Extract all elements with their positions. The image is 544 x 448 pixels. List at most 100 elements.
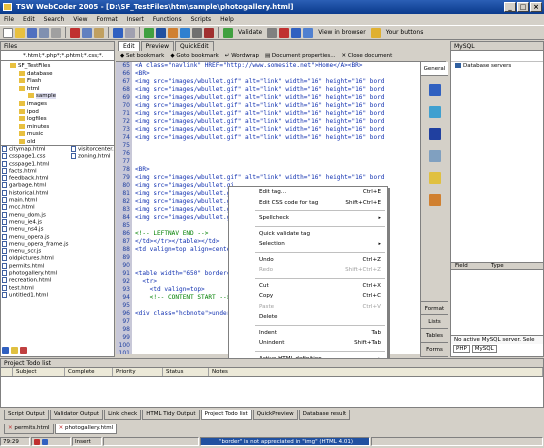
- context-menu-item[interactable]: Copy Ctrl+C: [229, 291, 387, 302]
- tab-preview[interactable]: Preview: [140, 41, 174, 51]
- undo-icon[interactable]: [113, 27, 123, 38]
- code-line[interactable]: <img src="images/wbullet.gif" alt="link"…: [135, 118, 446, 126]
- file-item[interactable]: menu_ns4.js: [1, 226, 70, 233]
- context-menu-item[interactable]: Redo Shift+Ctrl+Z: [229, 265, 387, 276]
- settings-icon[interactable]: [267, 27, 278, 38]
- doc-tab-photogallery[interactable]: ✕ photogallery.html: [54, 424, 118, 434]
- code-line[interactable]: <A class="navlink" HREF="http://www.some…: [135, 62, 446, 70]
- doc-tab-permits[interactable]: ✕ permits.html: [4, 424, 54, 434]
- minimize-button[interactable]: _: [504, 2, 516, 12]
- code-line[interactable]: <BR>: [135, 70, 446, 78]
- note-icon[interactable]: [428, 172, 441, 184]
- image-icon[interactable]: [428, 106, 441, 118]
- find-icon[interactable]: [144, 27, 154, 38]
- file-item[interactable]: menu_opera_frame.js: [1, 240, 70, 248]
- tree-folder[interactable]: html: [1, 85, 114, 94]
- close-document-button[interactable]: ✕ Close document: [341, 53, 392, 59]
- file-item[interactable]: visitorcenter.html: [70, 146, 114, 153]
- context-menu-item[interactable]: Edit tag... Ctrl+E: [229, 187, 387, 198]
- tab-script-output[interactable]: Script Output: [4, 410, 49, 420]
- tree-folder[interactable]: logfiles: [1, 116, 114, 124]
- menu-search[interactable]: Search: [44, 14, 65, 25]
- form-icon[interactable]: [428, 150, 441, 162]
- tab-html-tidy-output[interactable]: HTML Tidy Output: [142, 410, 200, 420]
- code-line[interactable]: [135, 150, 446, 158]
- wordwrap-button[interactable]: ↵ Wordwrap: [225, 53, 259, 59]
- file-item[interactable]: menu_scr.js: [1, 248, 70, 255]
- file-item[interactable]: test.html: [1, 284, 70, 292]
- tree-folder[interactable]: images: [1, 100, 114, 109]
- validate-button[interactable]: Validate: [235, 29, 265, 36]
- bookmark-icon[interactable]: [168, 27, 178, 38]
- tab-validator-output[interactable]: Validator Output: [49, 410, 104, 420]
- tree-folder[interactable]: music: [1, 131, 114, 139]
- file-item[interactable]: menu_ie4.js: [1, 218, 70, 226]
- save-all-icon[interactable]: [39, 27, 49, 38]
- file-item[interactable]: oldpictures.html: [1, 255, 70, 262]
- document-properties-button[interactable]: ▤ Document properties...: [265, 53, 336, 59]
- col-status[interactable]: Status: [163, 368, 209, 376]
- anchor-icon[interactable]: [428, 84, 441, 96]
- tab-edit[interactable]: Edit: [118, 41, 140, 51]
- file-item[interactable]: photogallery.html: [1, 270, 70, 277]
- tab-mysql[interactable]: MySQL: [471, 345, 497, 353]
- file-item[interactable]: citymap.html: [1, 146, 70, 153]
- tree-folder[interactable]: Flash: [1, 78, 114, 86]
- palette-tab-general[interactable]: General: [421, 62, 448, 76]
- col-notes[interactable]: Notes: [209, 368, 543, 376]
- menu-insert[interactable]: Insert: [127, 14, 144, 25]
- palette-tab-tables[interactable]: Tables: [421, 329, 448, 343]
- menu-file[interactable]: File: [4, 14, 14, 25]
- menu-scripts[interactable]: Scripts: [191, 14, 212, 25]
- file-item[interactable]: mcc.html: [1, 204, 70, 211]
- code-line[interactable]: <img src="images/wbullet.gif" alt="link"…: [135, 94, 446, 102]
- redo-icon[interactable]: [125, 27, 135, 38]
- new-file-icon[interactable]: [3, 27, 13, 38]
- ftp-tab-icon[interactable]: [20, 347, 27, 354]
- set-bookmark-button[interactable]: ◆ Set bookmark: [120, 53, 164, 59]
- tree-folder[interactable]: SF_TestFiles: [1, 63, 114, 71]
- your-buttons-button[interactable]: Your buttons: [383, 29, 427, 36]
- context-menu-item[interactable]: Delete: [229, 312, 387, 323]
- code-line[interactable]: <BR>: [135, 166, 446, 174]
- table-icon[interactable]: [428, 128, 441, 140]
- context-menu-item[interactable]: Unindent Shift+Tab: [229, 338, 387, 349]
- tree-folder[interactable]: minutes: [1, 123, 114, 132]
- code-line[interactable]: <img src="images/wbullet.gif" alt="link"…: [135, 126, 446, 134]
- context-menu-item[interactable]: Undo Ctrl+Z: [229, 255, 387, 266]
- code-line[interactable]: <img src="images/wbullet.gif" alt="link"…: [135, 110, 446, 118]
- code-line[interactable]: <img src="images/wbullet.gif" alt="link"…: [135, 134, 446, 142]
- code-line[interactable]: [135, 158, 446, 166]
- files-tab-icon[interactable]: [2, 347, 9, 354]
- file-item[interactable]: zoning.html: [70, 153, 114, 160]
- file-item[interactable]: recreation.html: [1, 277, 70, 284]
- file-filter-input[interactable]: *.html;*.php*;*.phtml;*.css;*.: [1, 51, 114, 61]
- cut-icon[interactable]: [70, 27, 80, 38]
- stop-icon[interactable]: [279, 27, 290, 38]
- file-item[interactable]: csspage1.css: [1, 153, 70, 160]
- file-item[interactable]: untitled1.html: [1, 291, 70, 299]
- tree-folder[interactable]: old: [1, 138, 114, 145]
- tab-project-todo-list[interactable]: Project Todo list: [200, 410, 252, 420]
- tree-folder[interactable]: ipod: [1, 108, 114, 117]
- field-column-header[interactable]: Field: [451, 263, 491, 269]
- close-button[interactable]: ×: [530, 2, 542, 12]
- context-menu-item[interactable]: Paste Ctrl+V: [229, 302, 387, 313]
- file-item[interactable]: csspage1.html: [1, 160, 70, 168]
- tab-quickedit[interactable]: QuickEdit: [174, 41, 214, 51]
- file-item[interactable]: main.html: [1, 197, 70, 204]
- paste-icon[interactable]: [94, 27, 104, 38]
- file-item[interactable]: feedback.html: [1, 175, 70, 182]
- tab-link-check[interactable]: Link check: [104, 410, 142, 420]
- code-line[interactable]: <img src="images/wbullet.gif" alt="link"…: [135, 78, 446, 86]
- view-in-browser-button[interactable]: View in browser: [315, 29, 369, 36]
- tree-folder[interactable]: database: [1, 70, 114, 79]
- context-menu-item[interactable]: Selection ▸: [229, 239, 387, 250]
- tag-icon[interactable]: [192, 27, 202, 38]
- maximize-button[interactable]: □: [517, 2, 529, 12]
- database-servers-node[interactable]: Database servers: [451, 62, 543, 71]
- spellcheck-icon[interactable]: [204, 27, 214, 38]
- context-menu-item[interactable]: Quick validate tag: [229, 229, 387, 240]
- copy-icon[interactable]: [82, 27, 92, 38]
- context-menu-item[interactable]: Edit CSS code for tag Shift+Ctrl+E: [229, 198, 387, 209]
